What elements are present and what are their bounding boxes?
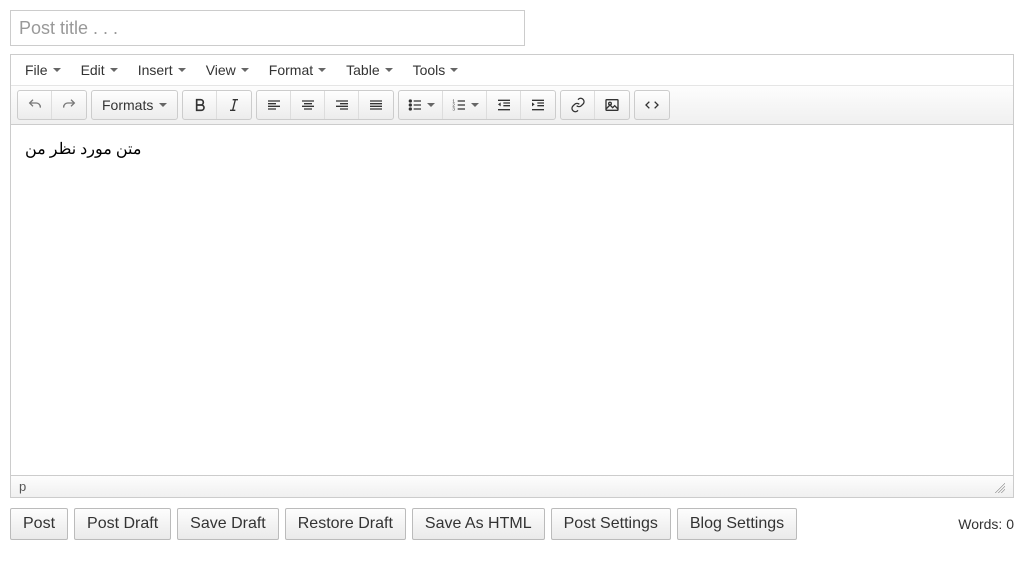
outdent-icon (496, 97, 512, 113)
menu-tools[interactable]: Tools (403, 57, 469, 83)
menu-file[interactable]: File (15, 57, 71, 83)
caret-down-icon (110, 68, 118, 72)
blog-settings-button[interactable]: Blog Settings (677, 508, 797, 540)
indent-icon (530, 97, 546, 113)
element-path[interactable]: p (19, 479, 26, 494)
save-draft-button[interactable]: Save Draft (177, 508, 279, 540)
post-button[interactable]: Post (10, 508, 68, 540)
caret-down-icon (385, 68, 393, 72)
menu-table[interactable]: Table (336, 57, 402, 83)
link-icon (570, 97, 586, 113)
caret-down-icon (53, 68, 61, 72)
editor-content[interactable]: متن مورد نظر من (11, 125, 1013, 475)
menu-insert[interactable]: Insert (128, 57, 196, 83)
action-buttons: Post Post Draft Save Draft Restore Draft… (10, 508, 797, 540)
image-icon (604, 97, 620, 113)
content-text: متن مورد نظر من (25, 141, 141, 158)
menu-format[interactable]: Format (259, 57, 336, 83)
post-settings-button[interactable]: Post Settings (551, 508, 671, 540)
bullet-list-button[interactable] (399, 91, 443, 119)
menubar: File Edit Insert View Format Table Tools (11, 55, 1013, 86)
statusbar: p (11, 475, 1013, 497)
post-title-input[interactable] (10, 10, 525, 46)
toolbar: Formats (11, 86, 1013, 125)
svg-text:3: 3 (452, 106, 455, 111)
align-right-icon (334, 97, 350, 113)
bold-icon (192, 97, 208, 113)
editor-container: File Edit Insert View Format Table Tools… (10, 54, 1014, 498)
post-draft-button[interactable]: Post Draft (74, 508, 171, 540)
menu-edit[interactable]: Edit (71, 57, 128, 83)
italic-button[interactable] (217, 91, 251, 119)
menu-table-label: Table (346, 62, 379, 78)
caret-down-icon (241, 68, 249, 72)
outdent-button[interactable] (487, 91, 521, 119)
undo-button[interactable] (18, 91, 52, 119)
caret-down-icon (178, 68, 186, 72)
formats-dropdown[interactable]: Formats (92, 91, 177, 119)
align-left-icon (266, 97, 282, 113)
caret-down-icon (471, 103, 479, 107)
italic-icon (226, 97, 242, 113)
word-count: Words: 0 (958, 516, 1014, 532)
caret-down-icon (427, 103, 435, 107)
align-left-button[interactable] (257, 91, 291, 119)
align-justify-button[interactable] (359, 91, 393, 119)
link-button[interactable] (561, 91, 595, 119)
align-justify-icon (368, 97, 384, 113)
menu-format-label: Format (269, 62, 313, 78)
formats-label: Formats (102, 97, 153, 113)
indent-button[interactable] (521, 91, 555, 119)
caret-down-icon (318, 68, 326, 72)
menu-view-label: View (206, 62, 236, 78)
image-button[interactable] (595, 91, 629, 119)
code-icon (644, 97, 660, 113)
align-center-button[interactable] (291, 91, 325, 119)
source-code-button[interactable] (635, 91, 669, 119)
redo-icon (61, 97, 77, 113)
menu-file-label: File (25, 62, 48, 78)
bold-button[interactable] (183, 91, 217, 119)
restore-draft-button[interactable]: Restore Draft (285, 508, 406, 540)
numbered-list-icon: 123 (451, 97, 467, 113)
redo-button[interactable] (52, 91, 86, 119)
align-center-icon (300, 97, 316, 113)
numbered-list-button[interactable]: 123 (443, 91, 487, 119)
align-right-button[interactable] (325, 91, 359, 119)
action-row: Post Post Draft Save Draft Restore Draft… (10, 508, 1014, 540)
undo-icon (27, 97, 43, 113)
caret-down-icon (159, 103, 167, 107)
menu-insert-label: Insert (138, 62, 173, 78)
menu-view[interactable]: View (196, 57, 259, 83)
bullet-list-icon (407, 97, 423, 113)
resize-handle-icon[interactable] (993, 481, 1005, 493)
caret-down-icon (450, 68, 458, 72)
menu-edit-label: Edit (81, 62, 105, 78)
menu-tools-label: Tools (413, 62, 446, 78)
save-html-button[interactable]: Save As HTML (412, 508, 545, 540)
